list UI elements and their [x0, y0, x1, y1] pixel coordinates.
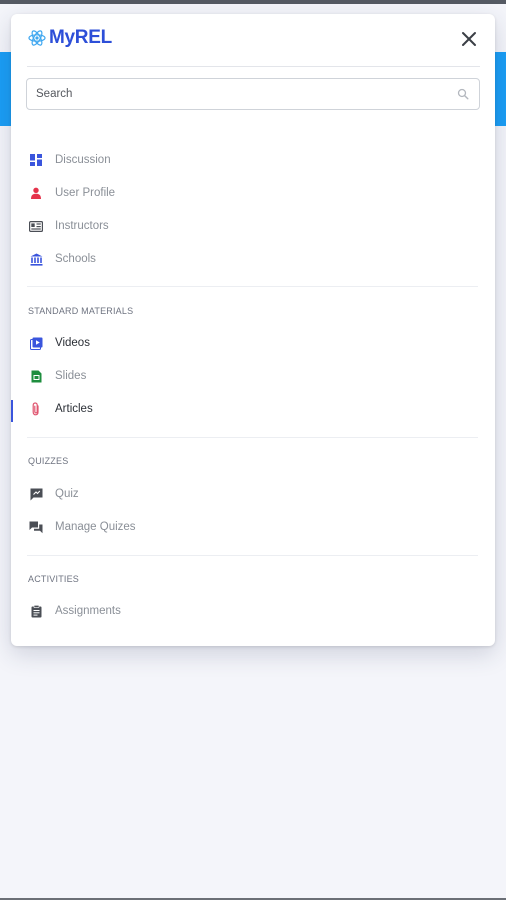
section-title-standard-materials: STANDARD MATERIALS [28, 306, 134, 316]
sidebar-item-label: Manage Quizes [55, 521, 136, 533]
sidebar-item-videos[interactable]: Videos [27, 330, 467, 356]
sidebar-item-articles[interactable]: Articles [27, 396, 467, 422]
section-divider [27, 286, 478, 287]
sidebar-item-label: Instructors [55, 220, 109, 232]
top-status-strip [0, 0, 506, 4]
search-icon[interactable] [457, 88, 469, 100]
sidebar-item-label: Quiz [55, 488, 79, 500]
section-title-activities: ACTIVITIES [28, 574, 80, 584]
atom-logo-icon [28, 30, 46, 46]
chat-icon [29, 520, 43, 534]
sidebar-item-label: Videos [55, 337, 90, 349]
sidebar-item-label: Assignments [55, 605, 121, 617]
section-title-quizzes: QUIZZES [28, 456, 69, 466]
institution-icon [29, 252, 43, 266]
sidebar-item-user-profile[interactable]: User Profile [27, 180, 467, 206]
sidebar-item-label: Articles [55, 403, 93, 415]
sidebar-item-quiz[interactable]: Quiz [27, 481, 467, 507]
user-icon [29, 186, 43, 200]
sidebar-item-label: Slides [55, 370, 87, 382]
sidebar-item-instructors[interactable]: Instructors [27, 213, 467, 239]
sidebar-item-discussion[interactable]: Discussion [27, 147, 467, 173]
app-name: MyREL [49, 27, 112, 48]
sidebar-item-assignments[interactable]: Assignments [27, 598, 467, 624]
sidebar-item-slides[interactable]: Slides [27, 363, 467, 389]
section-divider [27, 437, 478, 438]
section-divider [27, 555, 478, 556]
close-icon[interactable] [458, 28, 480, 50]
slides-icon [29, 369, 43, 383]
app-logo[interactable]: MyREL [27, 27, 112, 49]
dashboard-icon [29, 153, 43, 167]
sidebar-item-label: Schools [55, 253, 96, 265]
sidebar-item-label: User Profile [55, 187, 116, 199]
sidebar-item-schools[interactable]: Schools [27, 246, 467, 272]
search-box [26, 78, 480, 110]
drawer-header: MyREL [11, 14, 495, 66]
sidebar-item-label: Discussion [55, 154, 111, 166]
sidebar-item-manage-quizes[interactable]: Manage Quizes [27, 514, 467, 540]
active-indicator [11, 400, 13, 422]
id-card-icon [29, 219, 43, 233]
quiz-icon [29, 487, 43, 501]
search-input[interactable] [27, 79, 456, 109]
clipboard-icon [29, 604, 43, 618]
paperclip-icon [29, 402, 43, 416]
video-icon [29, 336, 43, 350]
navigation-drawer: MyREL Discussion [11, 14, 495, 646]
header-divider [27, 66, 480, 67]
